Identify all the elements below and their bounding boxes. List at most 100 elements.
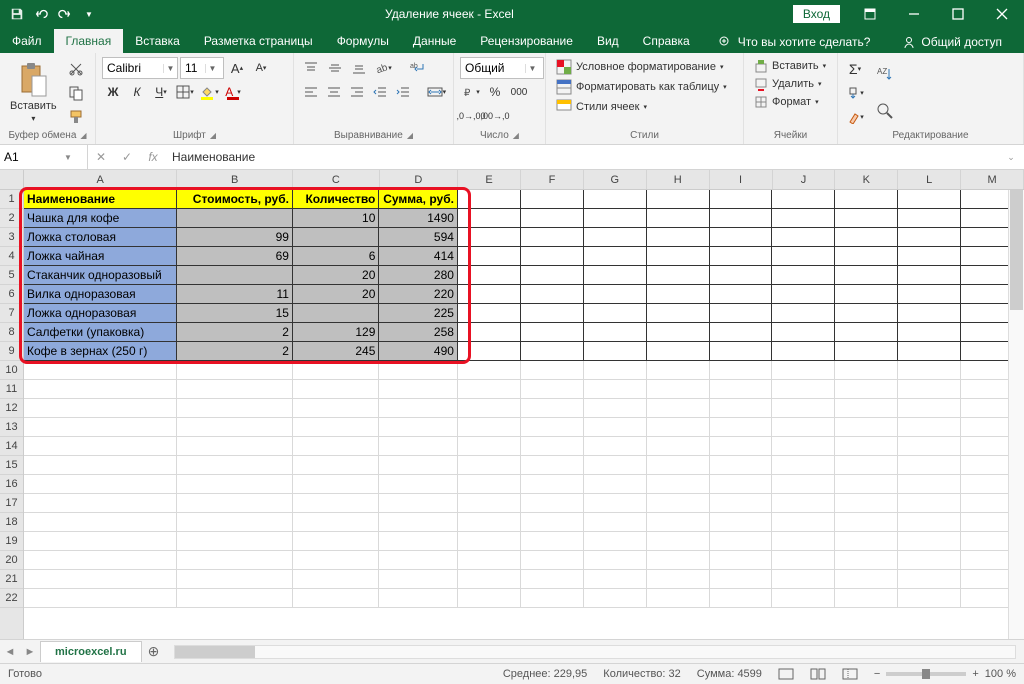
decrease-font-icon[interactable]: A▾ (250, 57, 272, 79)
cell[interactable] (177, 418, 293, 437)
cell[interactable] (177, 399, 293, 418)
cell[interactable] (772, 323, 835, 342)
view-page-layout-icon[interactable] (810, 668, 826, 680)
cell[interactable] (647, 209, 710, 228)
cell[interactable] (521, 304, 584, 323)
cell[interactable]: 11 (177, 285, 293, 304)
row-header[interactable]: 16 (0, 475, 23, 494)
cell[interactable] (772, 380, 835, 399)
row-header[interactable]: 21 (0, 570, 23, 589)
col-header[interactable]: L (898, 170, 961, 189)
increase-indent-icon[interactable] (393, 81, 414, 103)
cell[interactable] (898, 494, 961, 513)
cell[interactable] (177, 494, 293, 513)
cell[interactable] (835, 228, 898, 247)
cell[interactable]: Количество (293, 190, 379, 209)
cell[interactable] (772, 190, 835, 209)
cell[interactable] (772, 266, 835, 285)
cell[interactable] (898, 513, 961, 532)
cell[interactable] (710, 342, 773, 361)
row-header[interactable]: 20 (0, 551, 23, 570)
cell[interactable] (521, 247, 584, 266)
cell[interactable] (24, 551, 177, 570)
cell[interactable] (177, 475, 293, 494)
cell[interactable] (710, 589, 773, 608)
cell[interactable] (24, 399, 177, 418)
close-icon[interactable] (980, 0, 1024, 28)
cell[interactable] (898, 551, 961, 570)
cell[interactable] (710, 323, 773, 342)
align-middle-icon[interactable] (324, 57, 346, 79)
underline-button[interactable]: Ч▾ (150, 81, 172, 103)
align-top-icon[interactable] (300, 57, 322, 79)
cell[interactable] (458, 494, 521, 513)
tab-рецензирование[interactable]: Рецензирование (468, 29, 585, 53)
number-format-combo[interactable]: ▼ (460, 57, 544, 79)
row-header[interactable]: 13 (0, 418, 23, 437)
cell[interactable]: 490 (379, 342, 458, 361)
cell[interactable] (458, 247, 521, 266)
cell[interactable] (24, 589, 177, 608)
cell[interactable] (835, 399, 898, 418)
cell[interactable] (710, 247, 773, 266)
cell[interactable] (647, 266, 710, 285)
cell[interactable] (584, 209, 647, 228)
zoom-level[interactable]: 100 % (985, 668, 1016, 680)
row-header[interactable]: 3 (0, 228, 23, 247)
cell[interactable] (521, 418, 584, 437)
cell[interactable] (584, 228, 647, 247)
cell[interactable]: Чашка для кофе (24, 209, 177, 228)
cell[interactable] (898, 361, 961, 380)
cell[interactable] (772, 437, 835, 456)
cell[interactable] (521, 342, 584, 361)
cell[interactable] (772, 209, 835, 228)
cell[interactable] (772, 361, 835, 380)
row-header[interactable]: 2 (0, 209, 23, 228)
select-all-corner[interactable] (0, 170, 23, 190)
cell[interactable] (458, 190, 521, 209)
minimize-icon[interactable] (892, 0, 936, 28)
share-button[interactable]: Общий доступ (894, 31, 1010, 53)
cell[interactable]: Стаканчик одноразовый (24, 266, 177, 285)
cell[interactable] (293, 456, 379, 475)
view-normal-icon[interactable] (778, 668, 794, 680)
formula-bar[interactable]: Наименование (166, 150, 998, 164)
cell[interactable] (898, 570, 961, 589)
cell[interactable] (584, 437, 647, 456)
cell[interactable] (584, 589, 647, 608)
cell[interactable] (835, 342, 898, 361)
cell[interactable] (584, 304, 647, 323)
cell[interactable]: 220 (379, 285, 458, 304)
cell[interactable] (647, 304, 710, 323)
cell[interactable] (898, 589, 961, 608)
cell[interactable] (24, 380, 177, 399)
cell[interactable]: 280 (379, 266, 458, 285)
undo-icon[interactable] (30, 3, 52, 25)
sheet-nav-prev-icon[interactable]: ◄ (0, 646, 20, 658)
cell[interactable] (24, 418, 177, 437)
cell[interactable] (772, 304, 835, 323)
cell[interactable] (458, 589, 521, 608)
cell[interactable] (584, 361, 647, 380)
format-as-table-button[interactable]: Форматировать как таблицу▾ (552, 77, 737, 97)
cell[interactable] (177, 589, 293, 608)
cell[interactable] (521, 475, 584, 494)
cell[interactable] (521, 551, 584, 570)
cell[interactable] (584, 570, 647, 589)
decrease-decimal-icon[interactable]: ,00→,0 (484, 105, 506, 127)
cell[interactable] (647, 361, 710, 380)
cell[interactable] (458, 266, 521, 285)
cell[interactable] (898, 532, 961, 551)
cell[interactable] (458, 418, 521, 437)
tab-формулы[interactable]: Формулы (325, 29, 401, 53)
cell[interactable] (584, 190, 647, 209)
sort-filter-button[interactable]: AZ (870, 58, 900, 92)
cell[interactable] (647, 589, 710, 608)
number-launcher-icon[interactable]: ◢ (513, 131, 519, 140)
enter-formula-icon[interactable]: ✓ (114, 150, 140, 164)
row-header[interactable]: 7 (0, 304, 23, 323)
cell[interactable] (521, 380, 584, 399)
cell[interactable] (898, 418, 961, 437)
cell[interactable]: Вилка одноразовая (24, 285, 177, 304)
cell[interactable] (293, 570, 379, 589)
